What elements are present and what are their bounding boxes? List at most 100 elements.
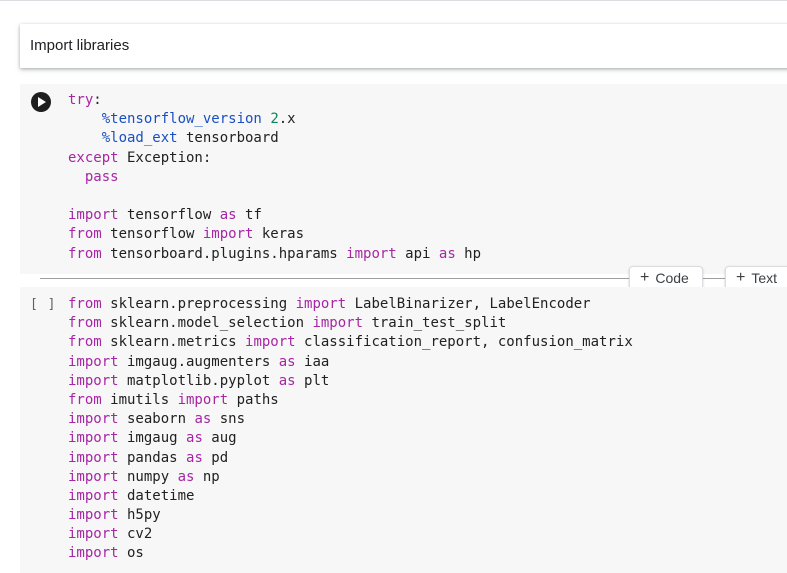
code-line: import os bbox=[68, 544, 633, 563]
code-token-kw: import bbox=[202, 226, 254, 243]
code-cell-1[interactable]: try: %tensorflow_version 2.x %load_ext t… bbox=[20, 84, 787, 274]
code-token: hp bbox=[455, 245, 482, 262]
markdown-cell[interactable]: Import libraries bbox=[20, 24, 787, 68]
code-token-kw: as bbox=[177, 468, 195, 485]
code-token: np bbox=[194, 468, 220, 485]
code-token: datetime bbox=[118, 487, 195, 504]
top-divider bbox=[0, 0, 787, 1]
code-token-kw: try bbox=[68, 92, 94, 108]
code-token-kw: import bbox=[68, 207, 119, 224]
code-line: from imutils import paths bbox=[68, 391, 633, 410]
code-token: matplotlib.pyplot bbox=[118, 372, 279, 389]
code-token-kw: from bbox=[68, 334, 102, 351]
code-token: os bbox=[118, 545, 144, 562]
code-token: train_test_split bbox=[363, 315, 507, 332]
code-token-kw: from bbox=[68, 245, 102, 262]
code-token: pandas bbox=[118, 449, 187, 466]
code-token-kw: import bbox=[68, 468, 119, 485]
code-token: api bbox=[396, 245, 439, 262]
code-token: sklearn.metrics bbox=[101, 334, 246, 351]
code-token: h5py bbox=[118, 507, 161, 524]
execution-count-indicator[interactable]: [ ] bbox=[30, 297, 56, 312]
code-token: sklearn.model_selection bbox=[101, 315, 313, 332]
run-cell-button[interactable] bbox=[31, 92, 51, 112]
add-text-label: Text bbox=[751, 270, 778, 286]
code-line: from sklearn.metrics import classificati… bbox=[68, 333, 633, 352]
code-line: import tensorflow as tf bbox=[68, 206, 481, 225]
code-token: sklearn.preprocessing bbox=[101, 296, 296, 312]
code-token: classification_report, confusion_matrix bbox=[295, 334, 633, 351]
code-token: plt bbox=[295, 372, 330, 389]
code-token-kw: import bbox=[295, 296, 347, 312]
code-token-kw: from bbox=[68, 315, 102, 332]
code-token: LabelBinarizer, LabelEncoder bbox=[346, 296, 591, 312]
code-token: tensorflow bbox=[118, 207, 220, 224]
code-line: import imgaug as aug bbox=[68, 429, 633, 448]
code-line: import matplotlib.pyplot as plt bbox=[68, 372, 633, 391]
code-token: cv2 bbox=[118, 526, 153, 543]
code-token-kw: import bbox=[68, 487, 119, 504]
code-cell-2[interactable]: [ ] from sklearn.preprocessing import La… bbox=[20, 287, 787, 573]
add-code-label: Code bbox=[655, 270, 689, 286]
code-token-kw: import bbox=[68, 372, 119, 389]
code-token-kw: as bbox=[278, 372, 296, 389]
code-token: pd bbox=[202, 449, 229, 466]
code-token: iaa bbox=[295, 353, 330, 370]
code-token-kw: import bbox=[68, 411, 119, 428]
code-line: import pandas as pd bbox=[68, 449, 633, 468]
code-token-kw: as bbox=[438, 245, 456, 262]
code-line: import seaborn as sns bbox=[68, 410, 633, 429]
code-line: %load_ext tensorboard bbox=[68, 129, 481, 148]
code-token: .x bbox=[278, 111, 296, 128]
code-token-kw: pass bbox=[84, 168, 119, 185]
code-token-magic: %tensorflow_version bbox=[101, 111, 262, 128]
code-token: Exception: bbox=[118, 149, 212, 166]
plus-icon: + bbox=[640, 269, 650, 286]
code-line: import imgaug.augmenters as iaa bbox=[68, 353, 633, 372]
code-token-kw: except bbox=[68, 149, 119, 166]
code-token-kw: import bbox=[245, 334, 296, 351]
code-token: imutils bbox=[101, 391, 178, 408]
code-token-kw: import bbox=[68, 449, 119, 466]
code-token-kw: as bbox=[219, 207, 237, 224]
code-token: tensorflow bbox=[101, 226, 203, 243]
code-token-kw: as bbox=[278, 353, 296, 370]
code-token-kw: as bbox=[186, 430, 203, 447]
code-token-magic: %load_ext bbox=[101, 130, 178, 147]
code-token: paths bbox=[228, 391, 279, 408]
code-token-kw: import bbox=[68, 430, 119, 447]
code-editor[interactable]: from sklearn.preprocessing import LabelB… bbox=[68, 295, 633, 564]
code-token: keras bbox=[253, 226, 305, 243]
code-editor[interactable]: try: %tensorflow_version 2.x %load_ext t… bbox=[68, 91, 481, 264]
code-token-kw: import bbox=[68, 353, 119, 370]
code-token: imgaug bbox=[118, 430, 187, 447]
plus-icon: + bbox=[736, 269, 746, 286]
play-icon bbox=[38, 97, 46, 107]
code-token-kw: import bbox=[312, 315, 364, 332]
code-token: seaborn bbox=[118, 411, 195, 428]
code-token: tensorboard bbox=[177, 130, 279, 147]
markdown-cell-title: Import libraries bbox=[30, 37, 130, 54]
code-line: pass bbox=[68, 168, 481, 187]
code-token: tensorboard.plugins.hparams bbox=[101, 245, 347, 262]
code-line: try: bbox=[68, 91, 481, 110]
code-line: import h5py bbox=[68, 506, 633, 525]
code-token: aug bbox=[202, 430, 237, 447]
code-token: sns bbox=[211, 411, 246, 428]
code-token-kw: import bbox=[68, 545, 119, 562]
code-line: import numpy as np bbox=[68, 468, 633, 487]
code-line: %tensorflow_version 2.x bbox=[68, 110, 481, 129]
code-token-kw: import bbox=[68, 526, 119, 543]
code-token-kw: as bbox=[194, 411, 212, 428]
code-line: import datetime bbox=[68, 487, 633, 506]
code-token-kw: as bbox=[186, 449, 203, 466]
code-token-kw: from bbox=[68, 226, 102, 243]
code-token-kw: import bbox=[68, 507, 119, 524]
code-token: numpy bbox=[118, 468, 178, 485]
code-line: import cv2 bbox=[68, 525, 633, 544]
code-line: from sklearn.model_selection import trai… bbox=[68, 314, 633, 333]
